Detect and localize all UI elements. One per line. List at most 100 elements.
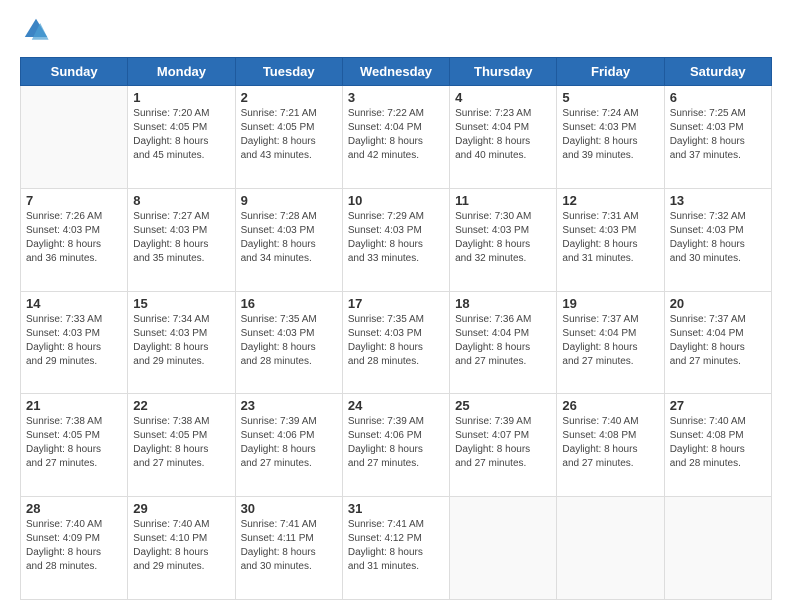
calendar-cell: 15 Sunrise: 7:34 AM Sunset: 4:03 PM Dayli…	[128, 291, 235, 394]
day-number: 28	[26, 501, 122, 516]
calendar-cell: 26 Sunrise: 7:40 AM Sunset: 4:08 PM Dayli…	[557, 394, 664, 497]
day-number: 16	[241, 296, 337, 311]
cell-info: Sunrise: 7:26 AM Sunset: 4:03 PM Dayligh…	[26, 210, 122, 266]
calendar-cell	[557, 497, 664, 600]
calendar-cell: 5 Sunrise: 7:24 AM Sunset: 4:03 PM Daylig…	[557, 86, 664, 189]
calendar-table: SundayMondayTuesdayWednesdayThursdayFrid…	[20, 57, 772, 600]
day-number: 29	[133, 501, 229, 516]
day-number: 19	[562, 296, 658, 311]
cell-info: Sunrise: 7:29 AM Sunset: 4:03 PM Dayligh…	[348, 210, 444, 266]
cell-info: Sunrise: 7:30 AM Sunset: 4:03 PM Dayligh…	[455, 210, 551, 266]
day-number: 27	[670, 398, 766, 413]
calendar-header-tuesday: Tuesday	[235, 58, 342, 86]
day-number: 14	[26, 296, 122, 311]
calendar-cell: 8 Sunrise: 7:27 AM Sunset: 4:03 PM Daylig…	[128, 188, 235, 291]
day-number: 26	[562, 398, 658, 413]
day-number: 18	[455, 296, 551, 311]
day-number: 31	[348, 501, 444, 516]
calendar-cell: 17 Sunrise: 7:35 AM Sunset: 4:03 PM Dayli…	[342, 291, 449, 394]
day-number: 20	[670, 296, 766, 311]
calendar-cell: 7Sunrise: 7:26 AM Sunset: 4:03 PM Daylig…	[21, 188, 128, 291]
calendar-week-1: 1 Sunrise: 7:20 AM Sunset: 4:05 PM Daylig…	[21, 86, 772, 189]
calendar-week-4: 21 Sunrise: 7:38 AM Sunset: 4:05 PM Dayli…	[21, 394, 772, 497]
calendar-cell: 9 Sunrise: 7:28 AM Sunset: 4:03 PM Daylig…	[235, 188, 342, 291]
cell-info: Sunrise: 7:21 AM Sunset: 4:05 PM Dayligh…	[241, 107, 337, 163]
day-number: 11	[455, 193, 551, 208]
day-number: 4	[455, 90, 551, 105]
cell-info: Sunrise: 7:35 AM Sunset: 4:03 PM Dayligh…	[241, 313, 337, 369]
calendar-cell	[664, 497, 771, 600]
calendar-cell: 19Sunrise: 7:37 AM Sunset: 4:04 PM Dayli…	[557, 291, 664, 394]
cell-info: Sunrise: 7:35 AM Sunset: 4:03 PM Dayligh…	[348, 313, 444, 369]
calendar-header-row: SundayMondayTuesdayWednesdayThursdayFrid…	[21, 58, 772, 86]
cell-info: Sunrise: 7:31 AM Sunset: 4:03 PM Dayligh…	[562, 210, 658, 266]
day-number: 17	[348, 296, 444, 311]
cell-info: Sunrise: 7:40 AM Sunset: 4:08 PM Dayligh…	[562, 415, 658, 471]
day-number: 6	[670, 90, 766, 105]
cell-info: Sunrise: 7:28 AM Sunset: 4:03 PM Dayligh…	[241, 210, 337, 266]
day-number: 8	[133, 193, 229, 208]
cell-info: Sunrise: 7:40 AM Sunset: 4:08 PM Dayligh…	[670, 415, 766, 471]
day-number: 21	[26, 398, 122, 413]
day-number: 13	[670, 193, 766, 208]
calendar-week-5: 28Sunrise: 7:40 AM Sunset: 4:09 PM Dayli…	[21, 497, 772, 600]
calendar-cell: 16 Sunrise: 7:35 AM Sunset: 4:03 PM Dayli…	[235, 291, 342, 394]
cell-info: Sunrise: 7:37 AM Sunset: 4:04 PM Dayligh…	[670, 313, 766, 369]
calendar-cell: 18Sunrise: 7:36 AM Sunset: 4:04 PM Dayli…	[450, 291, 557, 394]
calendar-cell: 12 Sunrise: 7:31 AM Sunset: 4:03 PM Dayli…	[557, 188, 664, 291]
calendar-cell: 10 Sunrise: 7:29 AM Sunset: 4:03 PM Dayli…	[342, 188, 449, 291]
calendar-cell: 20 Sunrise: 7:37 AM Sunset: 4:04 PM Dayli…	[664, 291, 771, 394]
calendar-cell: 25Sunrise: 7:39 AM Sunset: 4:07 PM Dayli…	[450, 394, 557, 497]
page: SundayMondayTuesdayWednesdayThursdayFrid…	[0, 0, 792, 612]
calendar-header-saturday: Saturday	[664, 58, 771, 86]
calendar-cell: 4 Sunrise: 7:23 AM Sunset: 4:04 PM Daylig…	[450, 86, 557, 189]
calendar-cell	[21, 86, 128, 189]
day-number: 12	[562, 193, 658, 208]
cell-info: Sunrise: 7:41 AM Sunset: 4:12 PM Dayligh…	[348, 518, 444, 574]
calendar-cell: 30Sunrise: 7:41 AM Sunset: 4:11 PM Dayli…	[235, 497, 342, 600]
calendar-cell: 21Sunrise: 7:38 AM Sunset: 4:05 PM Dayli…	[21, 394, 128, 497]
day-number: 24	[348, 398, 444, 413]
day-number: 25	[455, 398, 551, 413]
day-number: 9	[241, 193, 337, 208]
cell-info: Sunrise: 7:39 AM Sunset: 4:06 PM Dayligh…	[348, 415, 444, 471]
cell-info: Sunrise: 7:24 AM Sunset: 4:03 PM Dayligh…	[562, 107, 658, 163]
day-number: 15	[133, 296, 229, 311]
calendar-cell: 14 Sunrise: 7:33 AM Sunset: 4:03 PM Dayli…	[21, 291, 128, 394]
calendar-header-sunday: Sunday	[21, 58, 128, 86]
calendar-cell: 3Sunrise: 7:22 AM Sunset: 4:04 PM Daylig…	[342, 86, 449, 189]
calendar-cell: 11 Sunrise: 7:30 AM Sunset: 4:03 PM Dayli…	[450, 188, 557, 291]
logo	[20, 18, 54, 49]
calendar-cell: 6 Sunrise: 7:25 AM Sunset: 4:03 PM Daylig…	[664, 86, 771, 189]
day-number: 22	[133, 398, 229, 413]
calendar-cell: 2 Sunrise: 7:21 AM Sunset: 4:05 PM Daylig…	[235, 86, 342, 189]
calendar-cell: 31 Sunrise: 7:41 AM Sunset: 4:12 PM Dayli…	[342, 497, 449, 600]
calendar-cell: 27 Sunrise: 7:40 AM Sunset: 4:08 PM Dayli…	[664, 394, 771, 497]
cell-info: Sunrise: 7:41 AM Sunset: 4:11 PM Dayligh…	[241, 518, 337, 574]
cell-info: Sunrise: 7:22 AM Sunset: 4:04 PM Dayligh…	[348, 107, 444, 163]
cell-info: Sunrise: 7:20 AM Sunset: 4:05 PM Dayligh…	[133, 107, 229, 163]
cell-info: Sunrise: 7:32 AM Sunset: 4:03 PM Dayligh…	[670, 210, 766, 266]
calendar-header-wednesday: Wednesday	[342, 58, 449, 86]
day-number: 23	[241, 398, 337, 413]
calendar-cell: 24 Sunrise: 7:39 AM Sunset: 4:06 PM Dayli…	[342, 394, 449, 497]
calendar-cell: 22 Sunrise: 7:38 AM Sunset: 4:05 PM Dayli…	[128, 394, 235, 497]
day-number: 10	[348, 193, 444, 208]
cell-info: Sunrise: 7:40 AM Sunset: 4:10 PM Dayligh…	[133, 518, 229, 574]
cell-info: Sunrise: 7:25 AM Sunset: 4:03 PM Dayligh…	[670, 107, 766, 163]
cell-info: Sunrise: 7:27 AM Sunset: 4:03 PM Dayligh…	[133, 210, 229, 266]
cell-info: Sunrise: 7:38 AM Sunset: 4:05 PM Dayligh…	[133, 415, 229, 471]
day-number: 1	[133, 90, 229, 105]
cell-info: Sunrise: 7:33 AM Sunset: 4:03 PM Dayligh…	[26, 313, 122, 369]
header	[20, 18, 772, 49]
calendar-cell: 28Sunrise: 7:40 AM Sunset: 4:09 PM Dayli…	[21, 497, 128, 600]
calendar-cell: 1 Sunrise: 7:20 AM Sunset: 4:05 PM Daylig…	[128, 86, 235, 189]
cell-info: Sunrise: 7:23 AM Sunset: 4:04 PM Dayligh…	[455, 107, 551, 163]
calendar-cell: 29 Sunrise: 7:40 AM Sunset: 4:10 PM Dayli…	[128, 497, 235, 600]
day-number: 5	[562, 90, 658, 105]
day-number: 2	[241, 90, 337, 105]
cell-info: Sunrise: 7:34 AM Sunset: 4:03 PM Dayligh…	[133, 313, 229, 369]
logo-icon	[22, 16, 50, 44]
cell-info: Sunrise: 7:39 AM Sunset: 4:06 PM Dayligh…	[241, 415, 337, 471]
calendar-week-2: 7Sunrise: 7:26 AM Sunset: 4:03 PM Daylig…	[21, 188, 772, 291]
